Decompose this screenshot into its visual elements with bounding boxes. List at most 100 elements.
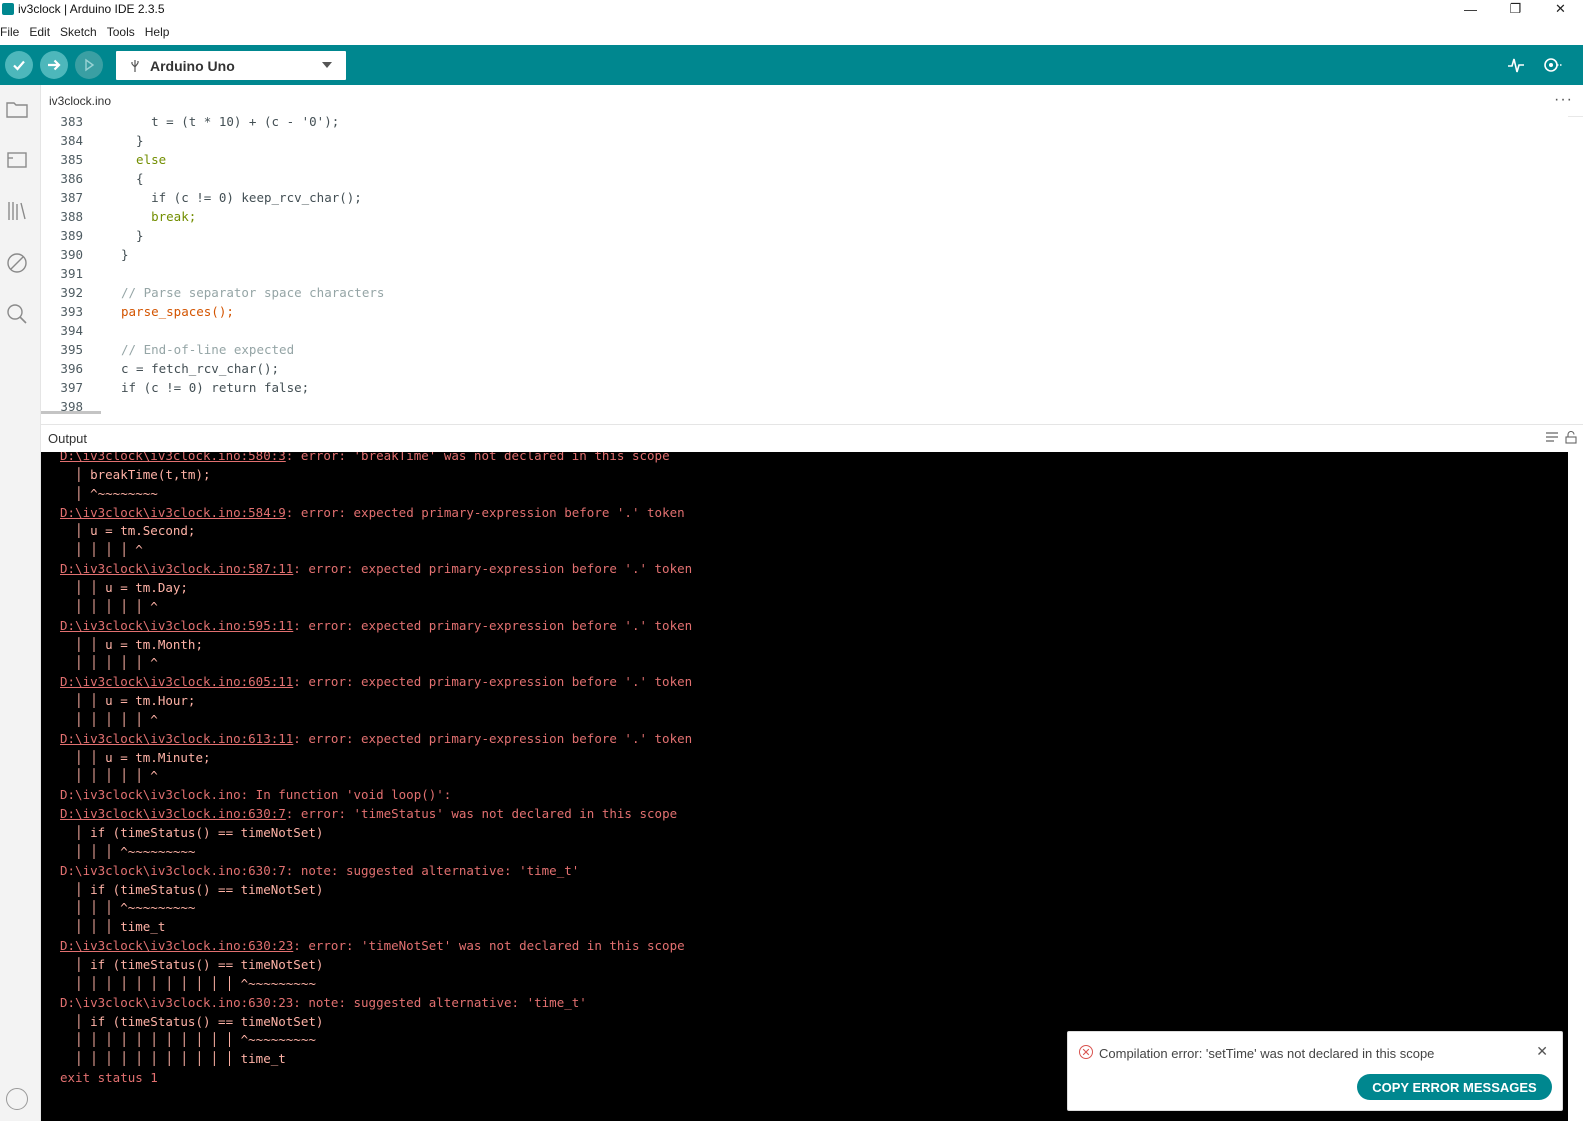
output-line: │ │ │ time_t	[60, 919, 166, 935]
error-location-link[interactable]: D:\iv3clock\iv3clock.ino:584:9	[60, 505, 286, 520]
debug-icon	[85, 58, 95, 72]
code-comment: // End-of-line expected	[121, 342, 295, 357]
error-message: : error: expected primary-expression bef…	[293, 730, 693, 746]
menu-file[interactable]: File	[0, 25, 19, 39]
output-line: │ │ u = tm.Hour;	[60, 693, 196, 709]
menu-edit[interactable]: Edit	[29, 25, 50, 39]
error-message: : error: expected primary-expression bef…	[285, 504, 685, 520]
line-number: 383	[60, 114, 83, 129]
checkmark-icon	[13, 60, 25, 71]
output-line: │ │ │ │ │ ^	[60, 598, 158, 614]
output-line: │ │ u = tm.Minute;	[60, 749, 211, 765]
usb-icon	[131, 59, 139, 72]
line-number: 385	[60, 152, 83, 167]
code-line: 393 parse_spaces();	[41, 302, 1568, 321]
output-line: │ ^~~~~~~~~	[60, 485, 158, 501]
output-actions	[1545, 431, 1577, 444]
output-line: │ if (timeStatus() == timeNotSet)	[60, 1013, 324, 1029]
output-panel-header: Output	[41, 424, 1583, 452]
library-manager-icon[interactable]	[5, 199, 29, 223]
output-line: D:\iv3clock\iv3clock.ino:613:11: error: …	[60, 729, 692, 748]
menu-help[interactable]: Help	[145, 25, 170, 39]
verify-button[interactable]	[5, 51, 33, 79]
error-location-link[interactable]: D:\iv3clock\iv3clock.ino:630:23	[60, 938, 293, 953]
search-icon[interactable]	[5, 302, 29, 326]
line-number: 395	[60, 342, 83, 357]
error-location-link[interactable]: D:\iv3clock\iv3clock.ino:630:7	[60, 806, 286, 821]
board-selector[interactable]: Arduino Uno	[116, 51, 346, 80]
code-line: 395 // End-of-line expected	[41, 340, 1568, 359]
code-line: 392 // Parse separator space characters	[41, 283, 1568, 302]
activity-sidebar	[0, 85, 41, 1121]
output-line: exit status 1	[60, 1070, 158, 1086]
menu-sketch[interactable]: Sketch	[60, 25, 97, 39]
code-line: 397 if (c != 0) return false;	[41, 378, 1568, 397]
debug-disabled-icon[interactable]	[5, 251, 29, 275]
error-location-link[interactable]: D:\iv3clock\iv3clock.ino:613:11	[60, 731, 293, 746]
error-location-link[interactable]: D:\iv3clock\iv3clock.ino:587:11	[60, 561, 293, 576]
menu-bar: File Edit Sketch Tools Help	[0, 22, 179, 42]
code-line: 387 if (c != 0) keep_rcv_char();	[41, 188, 1568, 207]
line-number: 388	[60, 209, 83, 224]
upload-button[interactable]	[40, 51, 68, 79]
code-text: t = (t * 10) + (c - '0');	[121, 114, 340, 129]
close-window-button[interactable]: ✕	[1538, 0, 1583, 18]
error-message: : error: expected primary-expression bef…	[293, 561, 693, 577]
maximize-button[interactable]: ❐	[1493, 0, 1538, 18]
code-text: }	[121, 228, 144, 243]
line-number: 397	[60, 380, 83, 395]
output-console[interactable]: D:\iv3clock\iv3clock.ino:580:3 : error: '…	[41, 452, 1568, 1121]
line-number: 387	[60, 190, 83, 205]
arrow-right-icon	[48, 59, 61, 71]
output-line: D:\iv3clock\iv3clock.ino:630:7: note: su…	[60, 862, 580, 878]
code-text: }	[121, 133, 144, 148]
line-number: 386	[60, 171, 83, 186]
output-line: D:\iv3clock\iv3clock.ino: In function 'v…	[60, 787, 452, 803]
output-line: D:\iv3clock\iv3clock.ino:630:23: note: s…	[60, 994, 587, 1010]
serial-plotter-icon[interactable]	[1506, 55, 1526, 75]
code-line: 394	[41, 321, 1568, 340]
debug-button[interactable]	[75, 51, 103, 79]
output-line: │ │ │ │ │ │ │ │ │ │ │ time_t	[60, 1051, 286, 1067]
output-line: D:\iv3clock\iv3clock.ino:605:11: error: …	[60, 672, 692, 691]
error-location-link[interactable]: D:\iv3clock\iv3clock.ino:580:3	[60, 452, 286, 463]
output-line: │ │ │ │ │ ^	[60, 655, 158, 671]
error-location-link[interactable]: D:\iv3clock\iv3clock.ino:605:11	[60, 674, 293, 689]
code-line: 398	[41, 397, 1568, 414]
output-line: D:\iv3clock\iv3clock.ino:595:11: error: …	[60, 616, 692, 635]
output-line: │ u = tm.Second;	[60, 523, 196, 539]
clear-output-icon[interactable]	[1545, 431, 1559, 443]
horizontal-scrollbar[interactable]	[41, 411, 101, 414]
output-line: │ │ │ │ │ │ │ │ │ │ │ ^~~~~~~~~~	[60, 1032, 316, 1048]
error-icon: ✕	[1079, 1045, 1093, 1059]
serial-monitor-icon[interactable]	[1541, 55, 1563, 75]
output-line: │ │ u = tm.Month;	[60, 636, 203, 652]
copy-error-messages-button[interactable]: COPY ERROR MESSAGES	[1357, 1074, 1552, 1100]
code-line: 383 t = (t * 10) + (c - '0');	[41, 112, 1568, 131]
line-number: 389	[60, 228, 83, 243]
code-text: break;	[121, 209, 197, 224]
error-message: : error: 'timeStatus' was not declared i…	[285, 806, 678, 822]
chevron-down-icon	[322, 62, 332, 68]
output-scrollbar[interactable]	[1568, 452, 1583, 1121]
code-line: 391	[41, 264, 1568, 283]
close-icon[interactable]: ✕	[1536, 1043, 1548, 1060]
error-message: : error: 'timeNotSet' was not declared i…	[293, 938, 685, 954]
minimize-button[interactable]: —	[1448, 0, 1493, 18]
code-text: parse_spaces();	[121, 304, 234, 319]
code-text: else	[121, 152, 167, 167]
code-line: 384 }	[41, 131, 1568, 150]
account-icon[interactable]	[6, 1088, 28, 1110]
code-text: }	[121, 247, 129, 262]
output-line: D:\iv3clock\iv3clock.ino:630:7: error: '…	[60, 804, 677, 823]
scroll-lock-icon[interactable]	[1565, 431, 1577, 444]
boards-manager-icon[interactable]	[5, 148, 29, 172]
output-line: │ │ │ │ │ ^	[60, 768, 158, 784]
output-title: Output	[48, 431, 88, 446]
error-location-link[interactable]: D:\iv3clock\iv3clock.ino:595:11	[60, 618, 293, 633]
code-editor[interactable]: 383 t = (t * 10) + (c - '0'); 384 } 385 …	[41, 112, 1568, 414]
code-line: 390 }	[41, 245, 1568, 264]
sketchbook-folder-icon[interactable]	[5, 97, 29, 121]
menu-tools[interactable]: Tools	[107, 25, 135, 39]
more-actions-icon[interactable]: ···	[1554, 91, 1573, 109]
